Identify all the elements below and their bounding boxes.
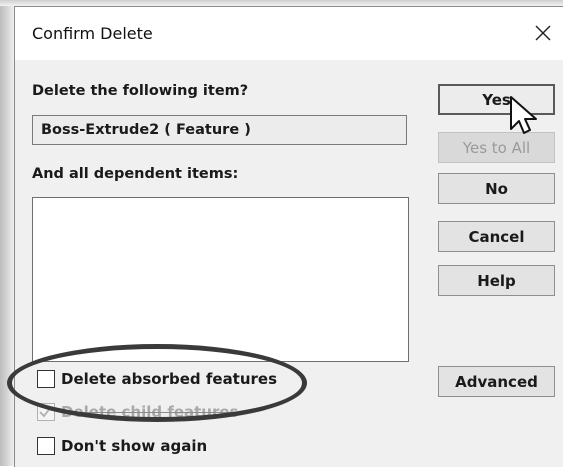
dependents-label: And all dependent items: (32, 166, 239, 182)
checkmark-icon (39, 406, 52, 418)
delete-absorbed-label: Delete absorbed features (61, 370, 278, 388)
mouse-pointer-icon (510, 96, 537, 134)
delete-absorbed-option[interactable]: Delete absorbed features (37, 370, 277, 388)
title-bar: Confirm Delete (15, 7, 563, 60)
no-button[interactable]: No (438, 173, 555, 204)
delete-absorbed-checkbox[interactable] (37, 370, 55, 388)
close-icon (535, 25, 551, 41)
dont-show-again-checkbox[interactable] (37, 437, 55, 455)
dialog-title: Confirm Delete (32, 24, 153, 43)
dont-show-again-label: Don't show again (61, 437, 208, 455)
delete-child-option: Delete child features (37, 403, 239, 421)
advanced-button[interactable]: Advanced (438, 366, 555, 397)
dependent-items-list[interactable] (32, 197, 409, 362)
confirm-delete-dialog: Confirm Delete Delete the following item… (7, 6, 563, 467)
delete-child-label: Delete child features (61, 403, 239, 421)
item-to-delete-field: Boss-Extrude2 ( Feature ) (32, 115, 407, 145)
dont-show-again-option[interactable]: Don't show again (37, 437, 207, 455)
help-button[interactable]: Help (438, 265, 555, 296)
delete-prompt-label: Delete the following item? (32, 83, 249, 99)
cancel-button[interactable]: Cancel (438, 221, 555, 252)
window-edge-shadow (0, 0, 14, 466)
delete-child-checkbox (37, 403, 55, 421)
close-button[interactable] (526, 16, 560, 50)
